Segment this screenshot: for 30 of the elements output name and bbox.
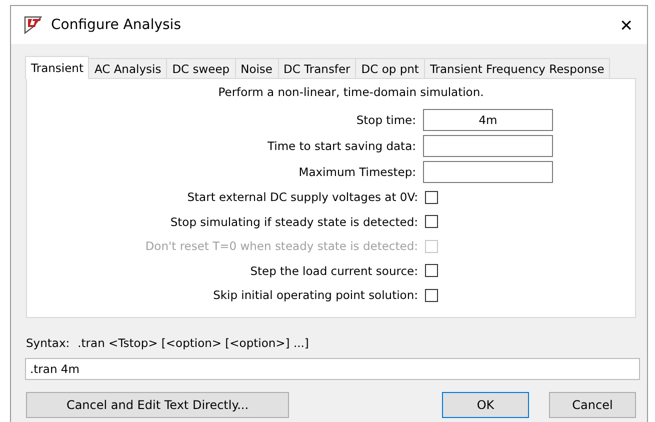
checkbox-label: Step the load current source: xyxy=(250,264,418,278)
checkbox-label: Stop simulating if steady state is detected: xyxy=(170,214,418,229)
checkbox-label: Start external DC supply voltages at 0V: xyxy=(187,190,418,204)
dialog-button[interactable]: Cancel and Edit Text Directly... xyxy=(26,392,289,418)
checkbox[interactable] xyxy=(425,264,438,278)
field-label: Stop time: xyxy=(356,113,416,127)
input-field[interactable]: 4m xyxy=(423,109,553,131)
window-title: Configure Analysis xyxy=(51,17,181,33)
input-field[interactable] xyxy=(423,161,553,183)
syntax-label: Syntax: xyxy=(26,336,70,352)
checkbox[interactable] xyxy=(425,288,438,302)
dialog-button[interactable]: Cancel xyxy=(549,392,636,418)
description-text: Perform a non-linear, time-domain simulation. xyxy=(217,85,485,99)
tab[interactable]: Transient xyxy=(25,56,90,79)
command-field[interactable]: .tran 4m xyxy=(25,358,640,380)
tab[interactable]: DC sweep xyxy=(166,58,236,78)
checkbox-label: Skip initial operating point solution: xyxy=(213,288,418,302)
tab[interactable]: AC Analysis xyxy=(88,58,168,78)
checkbox[interactable] xyxy=(425,215,438,228)
close-button[interactable]: ✕ xyxy=(612,12,641,38)
app-logo-icon xyxy=(23,15,43,35)
tab[interactable]: Transient Frequency Response xyxy=(424,58,610,78)
checkbox-label: Don't reset T=0 when steady state is detected: xyxy=(145,239,418,254)
field-label: Time to start saving data: xyxy=(267,139,416,153)
dialog-button[interactable]: OK xyxy=(442,392,529,418)
field-label: Maximum Timestep: xyxy=(298,165,416,179)
syntax-text: .tran <Tstop> [<option> [<option>] ...] xyxy=(78,336,309,352)
checkbox[interactable] xyxy=(425,190,438,204)
input-field[interactable] xyxy=(423,135,553,157)
tab[interactable]: DC op pnt xyxy=(355,58,425,78)
